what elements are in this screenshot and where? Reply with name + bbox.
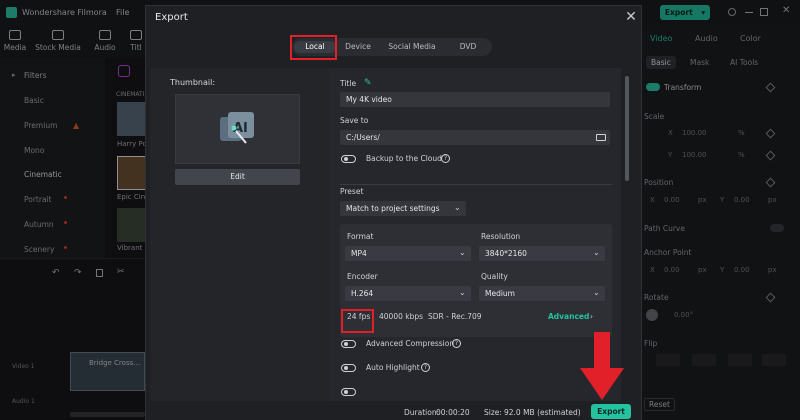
format-label: Format [347, 232, 374, 241]
thumbnail-label: Thumbnail: [170, 78, 216, 87]
size-label: Size: [484, 408, 502, 417]
quality-select[interactable]: Medium [479, 286, 605, 301]
backup-label: Backup to the Cloud [366, 154, 442, 163]
duration-label: Duration: [404, 408, 440, 417]
close-icon[interactable]: ✕ [623, 8, 639, 26]
color-space-value: SDR - Rec.709 [428, 312, 482, 321]
export-button[interactable]: Export [591, 404, 631, 419]
ai-thumbnail-icon: AI [220, 112, 254, 144]
thumbnail-edit-button[interactable]: Edit [175, 169, 300, 185]
chevron-down-icon: ⌄ [459, 288, 466, 297]
bitrate-value: 40000 kbps [379, 312, 424, 321]
auto-highlight-toggle[interactable] [341, 364, 356, 372]
highlight-box-fps [341, 309, 374, 333]
size-value: 92.0 MB (estimated) [504, 408, 581, 417]
encoder-label: Encoder [347, 272, 378, 281]
export-dialog: Export ✕ Local Device Social Media DVD T… [145, 5, 642, 420]
format-select[interactable]: MP4 [345, 246, 471, 261]
title-input[interactable]: My 4K video [340, 92, 610, 107]
highlight-box-local [290, 35, 337, 60]
title-label: Title [340, 79, 357, 88]
advanced-compression-label: Advanced Compression [366, 339, 455, 348]
chevron-down-icon: ⌄ [454, 203, 461, 212]
app-window: Wondershare Filmora File Export ▾ ✕ Medi… [0, 0, 800, 420]
resolution-label: Resolution [481, 232, 521, 241]
chevron-down-icon: ⌄ [593, 288, 600, 297]
advanced-link[interactable]: Advanced [548, 312, 589, 321]
tab-device[interactable]: Device [340, 41, 376, 53]
save-to-input[interactable]: C:/Users/ [340, 130, 610, 145]
duration-value: 00:00:20 [436, 408, 470, 417]
chevron-right-icon: › [590, 312, 593, 321]
encoder-select[interactable]: H.264 [345, 286, 471, 301]
chevron-down-icon: ⌄ [593, 248, 600, 257]
quality-label: Quality [481, 272, 508, 281]
help-icon[interactable]: ? [421, 363, 430, 372]
tab-social-media[interactable]: Social Media [378, 41, 446, 53]
backup-toggle[interactable] [341, 155, 356, 163]
divider [340, 184, 612, 185]
ai-title-icon[interactable]: ✎ [364, 78, 372, 88]
option-toggle-partial[interactable] [341, 388, 356, 396]
dialog-title: Export [155, 12, 188, 23]
auto-highlight-label: Auto Highlight [366, 363, 420, 372]
preset-select[interactable]: Match to project settings [340, 201, 466, 216]
help-icon[interactable]: ? [452, 339, 461, 348]
folder-icon[interactable] [596, 134, 606, 141]
tab-dvd[interactable]: DVD [448, 41, 488, 53]
thumbnail-preview: AI [175, 94, 300, 164]
preset-label: Preset [340, 187, 364, 196]
help-icon[interactable]: ? [441, 154, 450, 163]
save-to-label: Save to [340, 116, 369, 125]
resolution-select[interactable]: 3840*2160 [479, 246, 605, 261]
chevron-down-icon: ⌄ [459, 248, 466, 257]
advanced-compression-toggle[interactable] [341, 340, 356, 348]
arrow-down-icon [580, 332, 624, 400]
settings-scrollbar[interactable] [625, 76, 629, 181]
